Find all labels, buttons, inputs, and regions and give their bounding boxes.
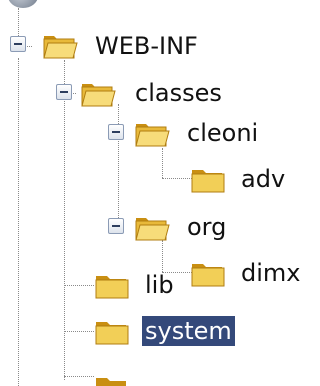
folder-tree: WEB-INF classes cleoni adv org dimx lib … bbox=[0, 0, 302, 386]
tree-line bbox=[64, 331, 94, 332]
tree-node-label: classes bbox=[135, 79, 222, 107]
tree-line bbox=[64, 285, 94, 286]
tree-node-label: lib bbox=[145, 271, 174, 299]
tree-node-label: cleoni bbox=[187, 119, 259, 147]
tree-line bbox=[64, 376, 94, 377]
collapse-toggle-classes[interactable] bbox=[56, 84, 72, 100]
tree-node-label: system bbox=[141, 315, 236, 347]
tree-line bbox=[162, 178, 192, 179]
root-node-icon bbox=[8, 0, 38, 8]
folder-closed-icon bbox=[95, 322, 129, 345]
folder-open-icon bbox=[43, 36, 78, 59]
folder-open-icon bbox=[135, 124, 170, 147]
folder-closed-icon bbox=[191, 264, 225, 287]
tree-node-label: dimx bbox=[241, 259, 301, 287]
tree-line bbox=[162, 148, 163, 178]
tree-node-label: WEB-INF bbox=[95, 32, 198, 60]
folder-open-icon bbox=[135, 218, 170, 241]
folder-closed-icon bbox=[191, 170, 225, 193]
collapse-toggle-web-inf[interactable] bbox=[10, 36, 26, 52]
collapse-toggle-org[interactable] bbox=[108, 218, 124, 234]
tree-node-label: adv bbox=[241, 165, 286, 193]
tree-line bbox=[64, 60, 65, 380]
folder-closed-icon bbox=[96, 378, 126, 386]
folder-closed-icon bbox=[95, 276, 129, 299]
tree-node-label: org bbox=[187, 213, 227, 241]
tree-line bbox=[18, 8, 19, 36]
tree-line bbox=[162, 240, 163, 272]
folder-open-icon bbox=[81, 84, 116, 107]
tree-line bbox=[18, 58, 19, 386]
collapse-toggle-cleoni[interactable] bbox=[108, 124, 124, 140]
